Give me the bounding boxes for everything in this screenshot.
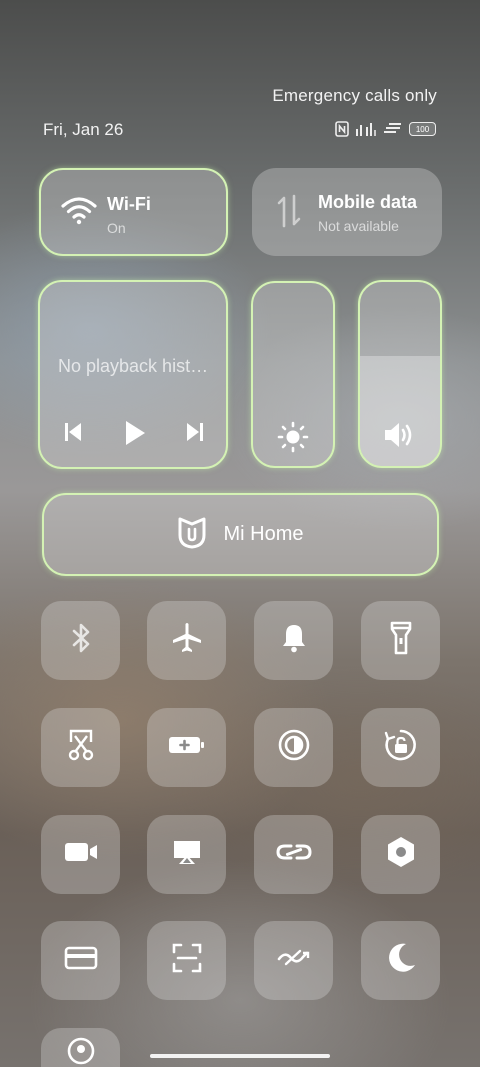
dark-mode-toggle[interactable]	[361, 921, 440, 1000]
mobile-data-title: Mobile data	[318, 192, 418, 212]
data-saver-icon	[276, 947, 312, 974]
cast-toggle[interactable]	[147, 815, 226, 894]
speaker-icon	[360, 420, 440, 450]
mobile-data-icon	[276, 194, 302, 233]
nfc-icon	[335, 121, 349, 137]
link-toggle[interactable]	[254, 815, 333, 894]
airplane-icon	[170, 621, 204, 660]
rotation-lock-icon	[383, 727, 419, 768]
mobile-data-status: Not available	[318, 218, 399, 234]
volume-slider[interactable]	[358, 280, 442, 468]
wifi-tile[interactable]: Wi-Fi On	[39, 168, 228, 256]
cast-icon	[171, 838, 203, 871]
settings-icon	[385, 835, 417, 874]
scanner-toggle[interactable]	[147, 921, 226, 1000]
bluetooth-icon	[68, 622, 94, 659]
link-icon	[275, 837, 313, 872]
bluetooth-toggle[interactable]	[41, 601, 120, 680]
media-status-text: No playback hist…	[58, 356, 209, 376]
wifi-title: Wi-Fi	[107, 194, 151, 214]
mi-home-tile[interactable]: Mi Home	[42, 493, 439, 576]
media-controls	[40, 420, 226, 448]
silent-toggle[interactable]	[254, 601, 333, 680]
location-icon	[66, 1036, 96, 1067]
screen-recorder-toggle[interactable]	[41, 815, 120, 894]
mobile-data-tile[interactable]: Mobile data Not available	[252, 168, 442, 256]
scanner-icon	[171, 942, 203, 979]
signal-icon	[356, 123, 376, 136]
screenshot-icon	[66, 728, 96, 767]
location-toggle[interactable]	[41, 1028, 120, 1067]
home-indicator[interactable]	[150, 1054, 330, 1058]
reading-mode-icon	[277, 728, 311, 767]
data-saver-toggle[interactable]	[254, 921, 333, 1000]
wifi-icon	[61, 196, 97, 231]
battery-icon: 100	[409, 122, 436, 136]
mi-home-icon	[177, 515, 207, 554]
battery-saver-icon	[167, 733, 207, 762]
flashlight-icon	[388, 620, 414, 661]
carrier-status: Emergency calls only	[272, 86, 437, 105]
reading-mode-toggle[interactable]	[254, 708, 333, 787]
card-toggle[interactable]	[41, 921, 120, 1000]
screenshot-toggle[interactable]	[41, 708, 120, 787]
moon-icon	[384, 941, 418, 980]
bell-icon	[279, 622, 309, 659]
play-icon[interactable]	[124, 420, 146, 451]
settings-toggle[interactable]	[361, 815, 440, 894]
brightness-slider[interactable]	[251, 281, 335, 468]
battery-saver-toggle[interactable]	[147, 708, 226, 787]
wifi-status: On	[107, 220, 126, 236]
date: Fri, Jan 26	[43, 120, 124, 139]
flashlight-toggle[interactable]	[361, 601, 440, 680]
next-icon[interactable]	[186, 420, 204, 449]
status-icons: 100	[335, 120, 436, 138]
rotation-lock-toggle[interactable]	[361, 708, 440, 787]
wifi-status-icon	[384, 123, 401, 133]
mi-home-label: Mi Home	[223, 523, 304, 545]
media-player-tile[interactable]: No playback hist…	[38, 280, 228, 469]
card-icon	[64, 945, 98, 976]
sun-icon	[253, 421, 333, 453]
airplane-toggle[interactable]	[147, 601, 226, 680]
previous-icon[interactable]	[64, 420, 82, 449]
video-icon	[63, 840, 99, 869]
